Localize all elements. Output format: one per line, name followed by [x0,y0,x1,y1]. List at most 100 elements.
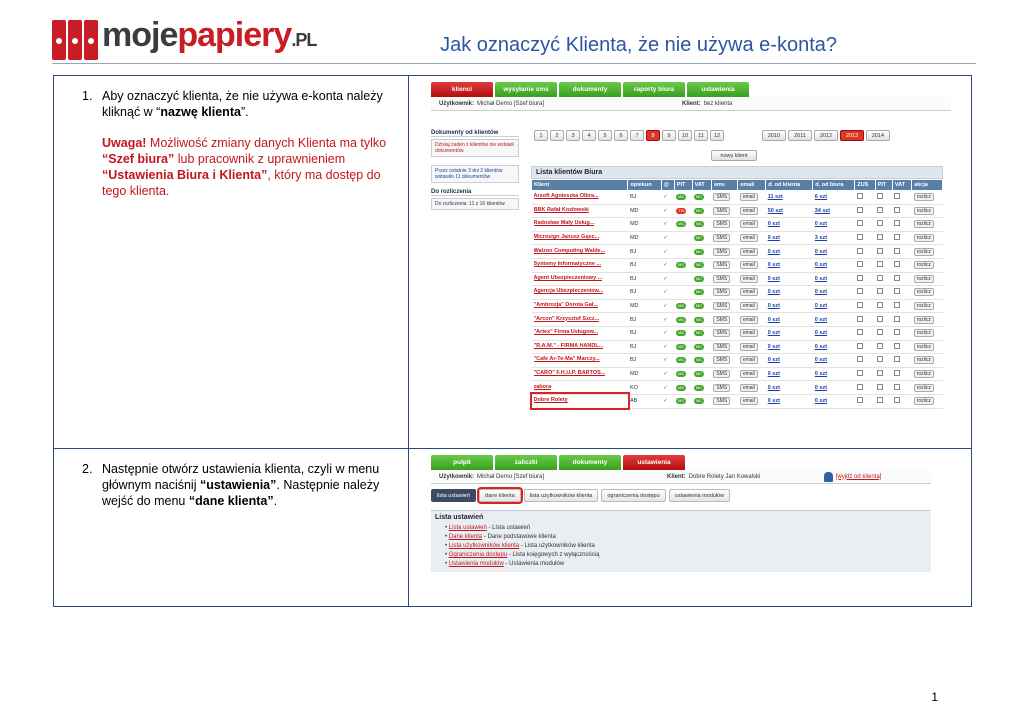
page-6-button[interactable]: 6 [614,130,628,141]
client-name-link[interactable]: Microsign Janusz Gąsc... [534,234,600,240]
docs-from-client-link[interactable]: 0 szt [768,398,780,404]
checkbox[interactable] [894,274,901,281]
settle-button[interactable]: rozlicz [913,329,934,338]
docs-from-client-link[interactable]: 0 szt [768,235,780,241]
checkbox[interactable] [877,342,884,349]
docs-from-office-link[interactable]: 0 szt [815,344,827,350]
page-5-button[interactable]: 5 [598,130,612,141]
checkbox[interactable] [894,302,901,309]
sms-button[interactable]: SMS [713,288,731,297]
email-button[interactable]: email [739,206,758,215]
checkbox[interactable] [856,342,863,349]
checkbox[interactable] [877,302,884,309]
sidebar-docs-recent[interactable]: Przez ostatnie 3 dni 2 klientów wstawiło… [431,165,519,183]
checkbox[interactable] [894,356,901,363]
new-client-button[interactable]: nowy klient [711,150,757,161]
sms-button[interactable]: SMS [713,397,731,406]
subtab-1[interactable]: dane klienta [477,487,523,504]
docs-from-office-link[interactable]: 6 szt [815,194,827,200]
settle-button[interactable]: rozlicz [913,383,934,392]
settle-button[interactable]: rozlicz [913,206,934,215]
checkbox[interactable] [856,302,863,309]
settle-button[interactable]: rozlicz [913,342,934,351]
email-button[interactable]: email [739,247,758,256]
settle-button[interactable]: rozlicz [913,397,934,406]
checkbox[interactable] [877,383,884,390]
docs-from-office-link[interactable]: 0 szt [815,330,827,336]
email-button[interactable]: email [739,234,758,243]
sms-button[interactable]: SMS [713,315,731,324]
client-name-link[interactable]: "CARO" F.H.U.P. BARTOS... [534,370,606,376]
page-4-button[interactable]: 4 [582,130,596,141]
docs-from-client-link[interactable]: 0 szt [768,303,780,309]
docs-from-office-link[interactable]: 0 szt [815,221,827,227]
page-12-button[interactable]: 12 [710,130,724,141]
checkbox[interactable] [894,370,901,377]
docs-from-client-link[interactable]: 0 szt [768,344,780,350]
email-button[interactable]: email [739,397,758,406]
checkbox[interactable] [877,247,884,254]
leave-client-link[interactable]: [wyjdź od klienta] [836,474,882,480]
email-button[interactable]: email [739,220,758,229]
page-10-button[interactable]: 10 [678,130,692,141]
checkbox[interactable] [856,288,863,295]
year-2012-button[interactable]: 2012 [814,130,838,141]
email-button[interactable]: email [739,329,758,338]
client-name-link[interactable]: "Arcon" Krzysztof Szcz... [534,316,600,322]
docs-from-office-link[interactable]: 0 szt [815,249,827,255]
email-button[interactable]: email [739,274,758,283]
tab2-0[interactable]: pulpit [431,455,493,470]
client-name-link[interactable]: Radosław Mały Usług... [534,220,595,226]
client-name-link[interactable]: "Ambrozja" Dorota Gał... [534,302,599,308]
docs-from-office-link[interactable]: 0 szt [815,371,827,377]
docs-from-client-link[interactable]: 11 szt [768,194,783,200]
settings-link[interactable]: Ustawienia modułów [449,561,504,567]
sms-button[interactable]: SMS [713,383,731,392]
checkbox[interactable] [877,329,884,336]
client-name-link[interactable]: "Cafe Ar-Te-Ma" Marczy... [534,356,600,362]
settings-link[interactable]: Lista ustawień [449,525,487,531]
docs-from-client-link[interactable]: 0 szt [768,317,780,323]
sms-button[interactable]: SMS [713,193,731,202]
tab-2[interactable]: dokumenty [559,82,621,97]
checkbox[interactable] [856,370,863,377]
checkbox[interactable] [894,342,901,349]
sms-button[interactable]: SMS [713,247,731,256]
tab2-3[interactable]: ustawienia [623,455,685,470]
tab2-2[interactable]: dokumenty [559,455,621,470]
sms-button[interactable]: SMS [713,302,731,311]
docs-from-client-link[interactable]: 0 szt [768,385,780,391]
settings-link[interactable]: Ograniczenia dostępu [449,552,507,558]
client-name-link[interactable]: "R.A.M." - FIRMA HANDL... [534,343,604,349]
checkbox[interactable] [856,247,863,254]
checkbox[interactable] [894,288,901,295]
checkbox[interactable] [894,193,901,200]
subtab-4[interactable]: ustawienia modułów [668,489,731,502]
settings-link[interactable]: Lista użytkowników klienta [449,543,519,549]
sms-button[interactable]: SMS [713,234,731,243]
docs-from-office-link[interactable]: 0 szt [815,289,827,295]
sms-button[interactable]: SMS [713,220,731,229]
docs-from-client-link[interactable]: 0 szt [768,221,780,227]
checkbox[interactable] [877,288,884,295]
year-2011-button[interactable]: 2011 [788,130,812,141]
checkbox[interactable] [856,261,863,268]
sms-button[interactable]: SMS [713,342,731,351]
client-name-link[interactable]: Walzon Computing Walde... [534,248,606,254]
checkbox[interactable] [856,383,863,390]
page-2-button[interactable]: 2 [550,130,564,141]
settle-button[interactable]: rozlicz [913,274,934,283]
docs-from-client-link[interactable]: 0 szt [768,249,780,255]
email-button[interactable]: email [739,315,758,324]
settle-button[interactable]: rozlicz [913,234,934,243]
checkbox[interactable] [894,234,901,241]
docs-from-client-link[interactable]: 0 szt [768,357,780,363]
checkbox[interactable] [856,234,863,241]
email-button[interactable]: email [739,288,758,297]
settle-button[interactable]: rozlicz [913,247,934,256]
checkbox[interactable] [856,315,863,322]
docs-from-office-link[interactable]: 0 szt [815,357,827,363]
checkbox[interactable] [877,274,884,281]
email-button[interactable]: email [739,261,758,270]
checkbox[interactable] [877,356,884,363]
